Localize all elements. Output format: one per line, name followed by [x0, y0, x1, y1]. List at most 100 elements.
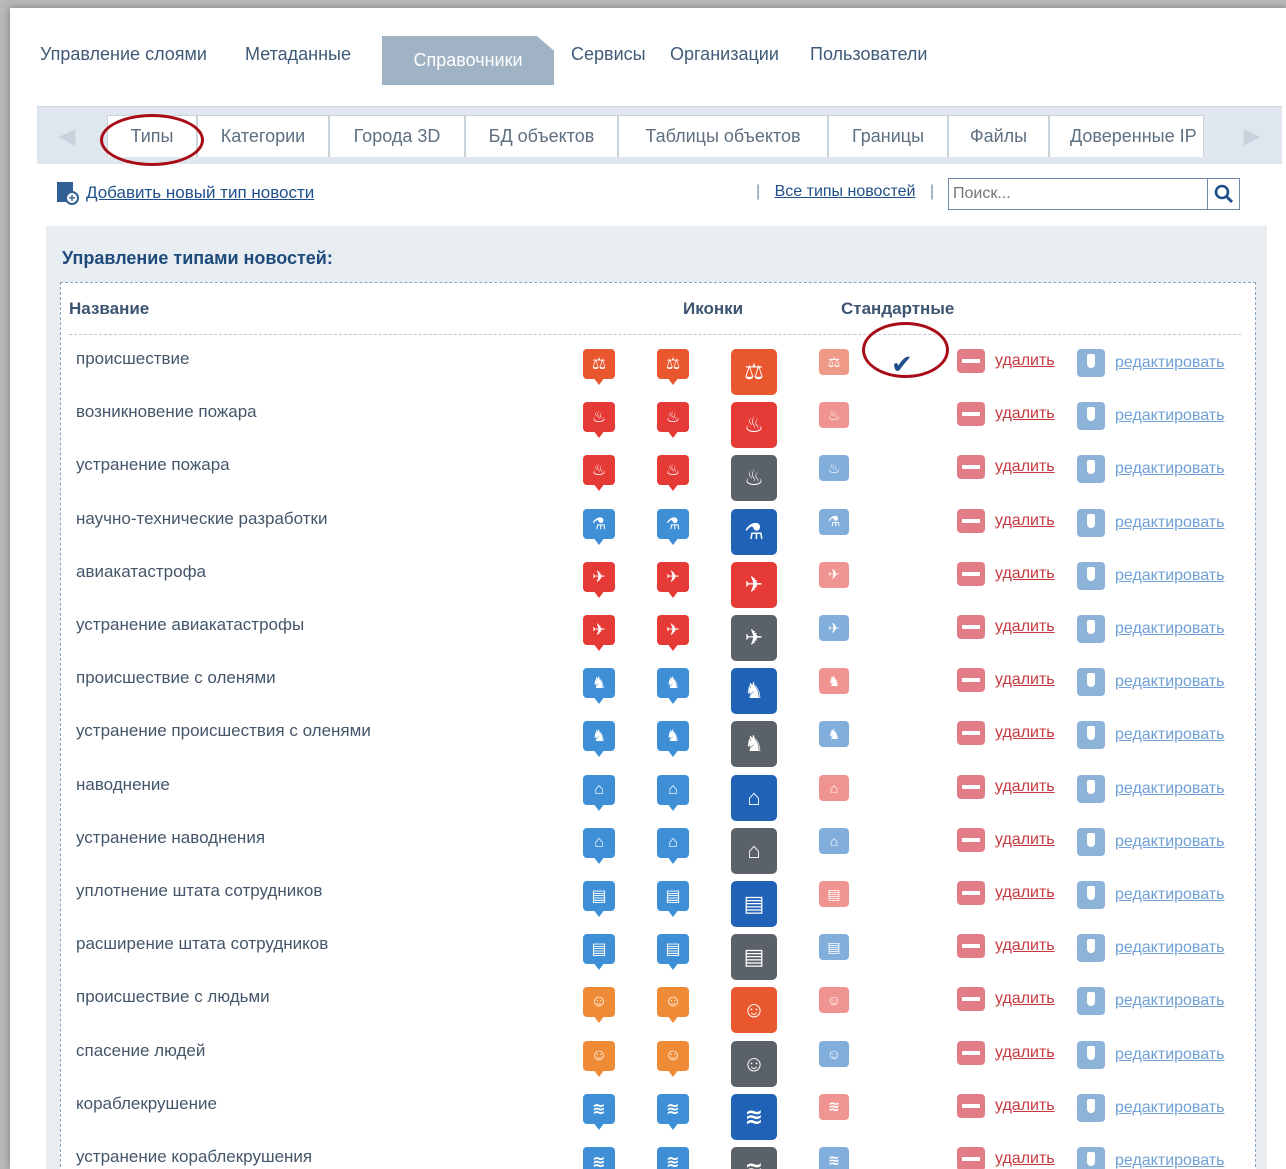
edit-icon [1077, 881, 1105, 909]
edit-icon [1077, 402, 1105, 431]
tab-types[interactable]: Типы [107, 115, 197, 157]
edit-button[interactable]: редактировать [1077, 1093, 1224, 1122]
search-input[interactable] [949, 179, 1209, 209]
edit-button[interactable]: редактировать [1077, 774, 1224, 803]
edit-button[interactable]: редактировать [1077, 349, 1224, 377]
delete-button[interactable]: удалить [957, 615, 1055, 639]
delete-icon [957, 1093, 985, 1118]
tab-files[interactable]: Файлы [948, 115, 1049, 157]
delete-button[interactable]: удалить [957, 987, 1055, 1012]
delete-button[interactable]: удалить [957, 827, 1055, 852]
delete-button[interactable]: удалить [957, 721, 1055, 746]
large-icon: ♨ [731, 455, 777, 502]
edit-button[interactable]: редактировать [1077, 1147, 1224, 1169]
delete-button[interactable]: удалить [957, 1147, 1055, 1169]
news-type-name: устранение происшествия с оленями [76, 721, 371, 741]
edit-label: редактировать [1115, 673, 1225, 691]
marker-icon: ♨ [583, 402, 615, 440]
delete-icon [957, 721, 985, 746]
large-icon: ♨ [731, 402, 777, 449]
edit-button[interactable]: редактировать [1077, 987, 1224, 1016]
nav-services[interactable]: Сервисы [571, 44, 646, 65]
delete-button[interactable]: удалить [957, 455, 1055, 480]
edit-button[interactable]: редактировать [1077, 402, 1224, 431]
edit-label: редактировать [1115, 1045, 1225, 1063]
edit-icon [1077, 508, 1105, 537]
news-type-name: устранение наводнения [76, 827, 266, 847]
edit-button[interactable]: редактировать [1077, 827, 1225, 856]
tab-cities-3d[interactable]: Города 3D [329, 115, 465, 157]
delete-label: удалить [995, 511, 1055, 529]
edit-button[interactable]: редактировать [1077, 615, 1224, 643]
edit-button[interactable]: редактировать [1077, 668, 1225, 697]
table-row: устранение кораблекрушения ≋ ≋ ≋ ≋ удали… [61, 1139, 1257, 1169]
delete-label: удалить [995, 352, 1055, 369]
delete-label: удалить [995, 990, 1055, 1008]
separator-left: | [756, 183, 761, 200]
small-icon: ⚗ [819, 508, 849, 535]
small-icon: ☺ [819, 1040, 849, 1067]
delete-button[interactable]: удалить [957, 934, 1055, 959]
nav-organizations[interactable]: Организации [670, 44, 779, 65]
nav-layers[interactable]: Управление слоями [40, 44, 207, 65]
edit-button[interactable]: редактировать [1077, 561, 1224, 590]
delete-button[interactable]: удалить [957, 881, 1055, 905]
tabs-prev-arrow-icon[interactable]: ◀ [37, 107, 97, 164]
nav-directories[interactable]: Справочники [382, 36, 554, 85]
tabs-next-arrow-icon[interactable]: ▶ [1222, 107, 1282, 164]
table-row: наводнение ⌂ ⌂ ⌂ ⌂ удалить редактировать [61, 767, 1257, 821]
delete-button[interactable]: удалить [957, 508, 1055, 533]
news-type-name: уплотнение штата сотрудников [76, 881, 323, 900]
edit-icon [1077, 1093, 1105, 1122]
news-type-name: авиакатастрофа [76, 561, 207, 581]
table-row: научно-технические разработки ⚗ ⚗ ⚗ ⚗ уд… [61, 501, 1257, 555]
delete-button[interactable]: удалить [957, 774, 1055, 799]
edit-button[interactable]: редактировать [1077, 508, 1224, 537]
news-type-name: расширение штата сотрудников [76, 934, 329, 954]
small-icon: ♨ [819, 455, 849, 482]
tab-categories[interactable]: Категории [197, 115, 329, 157]
edit-icon [1077, 827, 1105, 856]
delete-label: удалить [995, 777, 1055, 795]
table-row: происшествие с людьми ☺ ☺ ☺ ☺ удалить ре… [61, 979, 1257, 1034]
news-types-table: Название Иконки Стандартные происшествие… [60, 282, 1256, 1169]
marker-hover-icon: ♨ [657, 455, 689, 493]
header-divider [69, 334, 1241, 335]
delete-icon [957, 615, 985, 639]
small-icon: ⌂ [819, 774, 849, 801]
nav-metadata[interactable]: Метаданные [245, 44, 351, 65]
edit-icon [1077, 561, 1105, 590]
delete-icon [957, 987, 985, 1012]
delete-label: удалить [995, 1043, 1055, 1061]
edit-button[interactable]: редактировать [1077, 721, 1224, 750]
edit-button[interactable]: редактировать [1077, 1040, 1225, 1069]
large-icon: ⚖ [731, 349, 777, 395]
all-types-link[interactable]: Все типы новостей [775, 183, 916, 200]
tab-object-tables[interactable]: Таблицы объектов [618, 115, 828, 157]
delete-button[interactable]: удалить [957, 668, 1055, 693]
edit-button[interactable]: редактировать [1077, 934, 1224, 963]
marker-hover-icon: ♞ [657, 721, 689, 759]
tab-borders[interactable]: Границы [828, 115, 948, 157]
delete-button[interactable]: удалить [957, 561, 1055, 586]
table-row: авиакатастрофа ✈ ✈ ✈ ✈ удалить редактиро… [61, 554, 1257, 608]
small-icon: ♞ [819, 721, 849, 748]
delete-label: удалить [995, 830, 1055, 848]
edit-button[interactable]: редактировать [1077, 881, 1224, 909]
delete-icon [957, 508, 985, 533]
nav-users[interactable]: Пользователи [810, 44, 927, 65]
delete-button[interactable]: удалить [957, 1040, 1055, 1065]
small-icon: ✈ [819, 615, 849, 641]
delete-button[interactable]: удалить [957, 349, 1055, 373]
tab-trusted-ip[interactable]: Доверенные IP [1049, 115, 1204, 157]
large-icon: ☺ [731, 987, 777, 1034]
edit-label: редактировать [1115, 832, 1225, 850]
add-news-type-link[interactable]: + Добавить новый тип новости [54, 180, 314, 206]
news-type-name: происшествие [76, 349, 190, 368]
delete-button[interactable]: удалить [957, 402, 1055, 427]
delete-button[interactable]: удалить [957, 1093, 1055, 1118]
tab-object-db[interactable]: БД объектов [465, 115, 618, 157]
search-button[interactable] [1207, 179, 1239, 209]
edit-button[interactable]: редактировать [1077, 455, 1224, 484]
delete-icon [957, 455, 985, 480]
